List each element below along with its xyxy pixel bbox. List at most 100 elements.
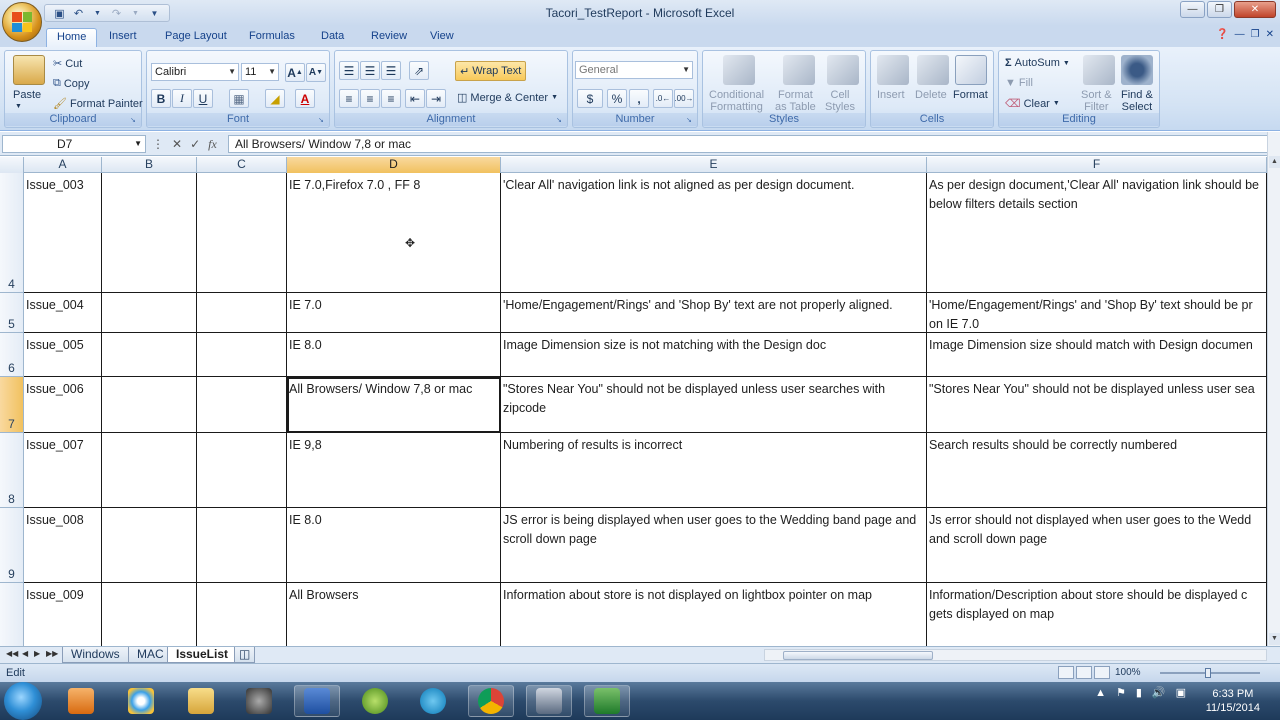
cell-a[interactable]: Issue_004 <box>24 293 102 333</box>
taskbar-recorder-icon[interactable] <box>526 685 572 717</box>
office-button[interactable] <box>2 2 42 42</box>
cell-e[interactable]: "Stores Near You" should not be displaye… <box>501 377 927 433</box>
cell-b[interactable] <box>102 377 197 433</box>
cell-c[interactable] <box>197 377 287 433</box>
workbook-close-icon[interactable]: ✕ <box>1266 29 1274 40</box>
cell-c[interactable] <box>197 173 287 293</box>
format-cells-button[interactable]: Format <box>953 89 988 101</box>
column-header-e[interactable]: E <box>501 157 927 173</box>
fill-button[interactable]: ▼ Fill <box>1005 77 1033 89</box>
font-launcher-icon[interactable]: ↘ <box>318 116 327 125</box>
cell-d[interactable]: IE 8.0 <box>287 508 501 583</box>
row-header[interactable]: 6 <box>0 333 24 377</box>
taskbar-media-icon[interactable] <box>58 685 104 717</box>
cell-a[interactable]: Issue_009 <box>24 583 102 646</box>
taskbar-media-player-icon[interactable] <box>236 685 282 717</box>
underline-button[interactable]: U <box>193 89 213 108</box>
currency-button[interactable]: $ <box>577 89 603 108</box>
cell-d[interactable]: IE 8.0 <box>287 333 501 377</box>
taskbar-app-icon[interactable] <box>352 685 398 717</box>
restore-button[interactable]: ❐ <box>1207 1 1232 18</box>
borders-button[interactable]: ▦ <box>229 89 249 108</box>
cell-f[interactable]: Information/Description about store shou… <box>927 583 1267 646</box>
italic-button[interactable]: I <box>172 89 192 108</box>
formula-input[interactable]: All Browsers/ Window 7,8 or mac <box>228 135 1270 153</box>
column-header-d[interactable]: D <box>287 157 501 173</box>
clipboard-launcher-icon[interactable]: ↘ <box>130 116 139 125</box>
flag-icon[interactable]: ⚑ <box>1116 686 1126 699</box>
zoom-slider[interactable] <box>1160 668 1260 678</box>
cell-e[interactable]: Numbering of results is incorrect <box>501 433 927 508</box>
align-right-icon[interactable]: ≡ <box>381 89 401 108</box>
cell-b[interactable] <box>102 293 197 333</box>
cell-f[interactable]: Js error should not displayed when user … <box>927 508 1267 583</box>
cell-a[interactable]: Issue_003 <box>24 173 102 293</box>
row-header[interactable]: 4 <box>0 173 24 293</box>
cell-f[interactable]: Image Dimension size should match with D… <box>927 333 1267 377</box>
tab-page-layout[interactable]: Page Layout <box>155 28 237 47</box>
font-color-button[interactable]: A <box>295 89 315 108</box>
column-header-f[interactable]: F <box>927 157 1267 173</box>
next-sheet-icon[interactable]: ▶ <box>34 649 40 658</box>
alignment-launcher-icon[interactable]: ↘ <box>556 116 565 125</box>
align-middle-icon[interactable]: ☰ <box>360 61 380 80</box>
cell-c[interactable] <box>197 583 287 646</box>
cell-d[interactable]: IE 7.0,Firefox 7.0 , FF 8 <box>287 173 501 293</box>
delete-cells-button[interactable]: Delete <box>915 89 947 101</box>
row-header[interactable]: 9 <box>0 508 24 583</box>
sheet-tab-windows[interactable]: Windows <box>62 647 129 663</box>
power-icon[interactable]: ▣ <box>1176 686 1186 699</box>
help-icon[interactable]: ❓ <box>1216 29 1228 40</box>
close-button[interactable]: ✕ <box>1234 1 1276 18</box>
cell-c[interactable] <box>197 293 287 333</box>
conditional-formatting-button[interactable]: Conditional Formatting <box>709 89 764 113</box>
taskbar-ie-icon[interactable] <box>118 685 164 717</box>
cut-button[interactable]: ✂ Cut <box>53 57 82 71</box>
cell-a[interactable]: Issue_005 <box>24 333 102 377</box>
cell-b[interactable] <box>102 508 197 583</box>
scroll-down-icon[interactable]: ▼ <box>1269 633 1280 645</box>
normal-view-icon[interactable] <box>1058 666 1074 679</box>
cell-a[interactable]: Issue_007 <box>24 433 102 508</box>
row-header[interactable]: 5 <box>0 293 24 333</box>
clear-button[interactable]: ⌫ Clear ▼ <box>1005 97 1060 111</box>
start-button[interactable] <box>4 682 42 720</box>
name-box[interactable]: D7 ▼ <box>2 135 146 153</box>
cancel-entry-icon[interactable]: ✕ <box>172 137 182 151</box>
last-sheet-icon[interactable]: ▶▶ <box>46 649 58 658</box>
orientation-icon[interactable]: ⇗ <box>409 61 429 80</box>
network-icon[interactable]: ▮ <box>1136 686 1142 699</box>
merge-center-button[interactable]: ◫ Merge & Center ▼ <box>457 91 558 105</box>
column-header-b[interactable]: B <box>102 157 197 173</box>
find-select-button[interactable]: Find & Select <box>1121 89 1153 113</box>
active-cell-d7[interactable]: All Browsers/ Window 7,8 or mac <box>287 377 501 433</box>
page-layout-view-icon[interactable] <box>1076 666 1092 679</box>
cell-f[interactable]: 'Home/Engagement/Rings' and 'Shop By' te… <box>927 293 1267 333</box>
tab-view[interactable]: View <box>420 28 464 47</box>
percent-button[interactable]: % <box>607 89 627 108</box>
shrink-font-button[interactable]: A ▼ <box>306 63 326 82</box>
taskbar-chrome-icon[interactable] <box>468 685 514 717</box>
tab-data[interactable]: Data <box>311 28 354 47</box>
bold-button[interactable]: B <box>151 89 171 108</box>
number-format-select[interactable]: General ▼ <box>575 61 693 79</box>
column-header-a[interactable]: A <box>24 157 102 173</box>
first-sheet-icon[interactable]: ◀◀ <box>6 649 18 658</box>
comma-button[interactable]: , <box>629 89 649 108</box>
taskbar-word-icon[interactable] <box>294 685 340 717</box>
insert-function-button[interactable]: fx <box>208 137 217 152</box>
cell-a[interactable]: Issue_008 <box>24 508 102 583</box>
row-header[interactable] <box>0 583 24 646</box>
zoom-level[interactable]: 100% <box>1115 667 1141 678</box>
workbook-restore-icon[interactable]: ❐ <box>1251 29 1260 40</box>
cell-d[interactable]: IE 9,8 <box>287 433 501 508</box>
tab-insert[interactable]: Insert <box>99 28 147 47</box>
cell-e[interactable]: Information about store is not displayed… <box>501 583 927 646</box>
copy-button[interactable]: ⧉ Copy <box>53 77 90 90</box>
minimize-button[interactable]: — <box>1180 1 1205 18</box>
sheet-tab-mac[interactable]: MAC <box>128 647 173 663</box>
taskbar-explorer-icon[interactable] <box>178 685 224 717</box>
scroll-up-icon[interactable]: ▲ <box>1269 156 1280 168</box>
align-bottom-icon[interactable]: ☰ <box>381 61 401 80</box>
insert-sheet-icon[interactable]: ◫ <box>234 647 256 663</box>
